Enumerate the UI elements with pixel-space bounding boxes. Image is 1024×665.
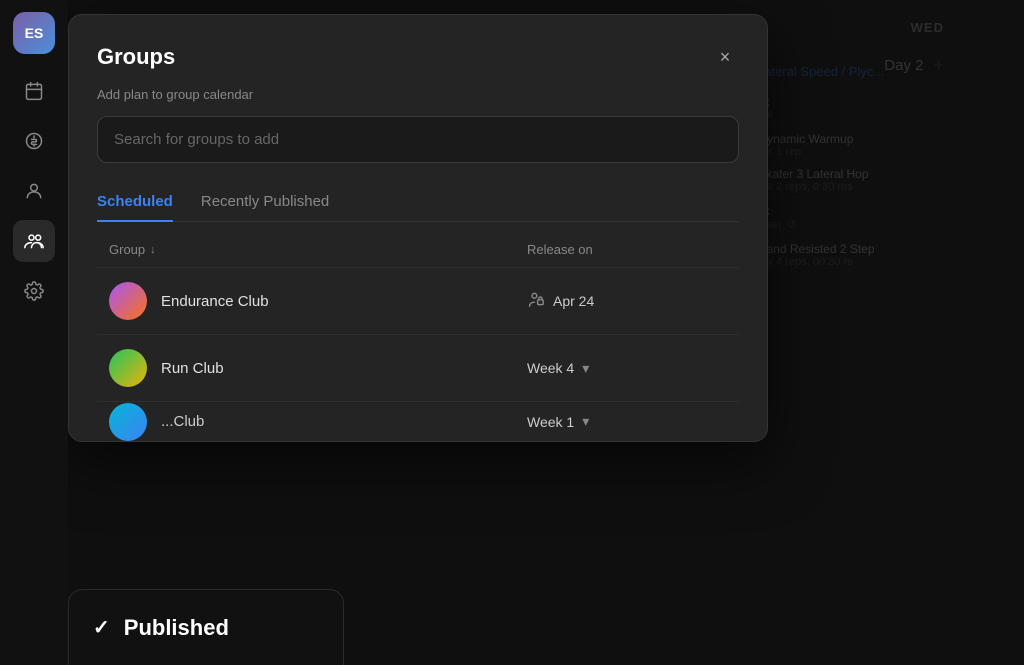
week-value-third: Week 1 [527, 414, 574, 430]
close-button[interactable]: × [711, 43, 739, 71]
modal-subtitle: Add plan to group calendar [97, 87, 739, 102]
group-row-endurance[interactable]: Endurance Club Apr 24 [97, 267, 739, 334]
group-row-third[interactable]: ...Club Week 1 ▾ [97, 401, 739, 441]
endurance-avatar [109, 282, 147, 320]
tab-recently-published[interactable]: Recently Published [201, 183, 329, 222]
avatar[interactable]: ES [13, 12, 55, 54]
endurance-club-name: Endurance Club [161, 293, 527, 310]
chevron-down-icon[interactable]: ▾ [582, 360, 589, 377]
third-club-name: ...Club [161, 413, 527, 430]
col-release-header: Release on [527, 242, 727, 257]
sidebar-item-calendar[interactable] [13, 70, 55, 112]
sidebar-item-profile[interactable] [13, 170, 55, 212]
chevron-down-icon-third[interactable]: ▾ [582, 413, 589, 430]
third-release: Week 1 ▾ [527, 413, 727, 430]
table-header: Group ↓ Release on [97, 242, 739, 267]
group-row-run[interactable]: Run Club Week 4 ▾ [97, 334, 739, 401]
sort-icon: ↓ [150, 244, 156, 256]
col-group-header: Group ↓ [109, 242, 527, 257]
published-toast: ✓ Published [68, 589, 344, 665]
search-input[interactable] [97, 116, 739, 163]
check-icon: ✓ [93, 615, 110, 640]
sidebar-item-billing[interactable] [13, 120, 55, 162]
run-avatar [109, 349, 147, 387]
tabs: Scheduled Recently Published [97, 183, 739, 222]
lock-person-icon [527, 291, 545, 311]
week-value: Week 4 [527, 360, 574, 376]
endurance-release: Apr 24 [527, 291, 727, 311]
main-content: WED Day 2 + Movement Q... ⋮ Warmup Plank… [68, 0, 1024, 665]
run-club-name: Run Club [161, 360, 527, 377]
tab-scheduled[interactable]: Scheduled [97, 183, 173, 222]
search-wrap [97, 116, 739, 163]
published-label: Published [124, 615, 229, 641]
modal-title: Groups [97, 44, 175, 70]
sidebar-item-groups[interactable] [13, 220, 55, 262]
modal-header: Groups × [97, 43, 739, 71]
sidebar-item-settings[interactable] [13, 270, 55, 312]
groups-modal: Groups × Add plan to group calendar Sche… [68, 14, 768, 442]
third-avatar [109, 403, 147, 441]
sidebar: ES [0, 0, 68, 665]
run-release: Week 4 ▾ [527, 360, 727, 377]
